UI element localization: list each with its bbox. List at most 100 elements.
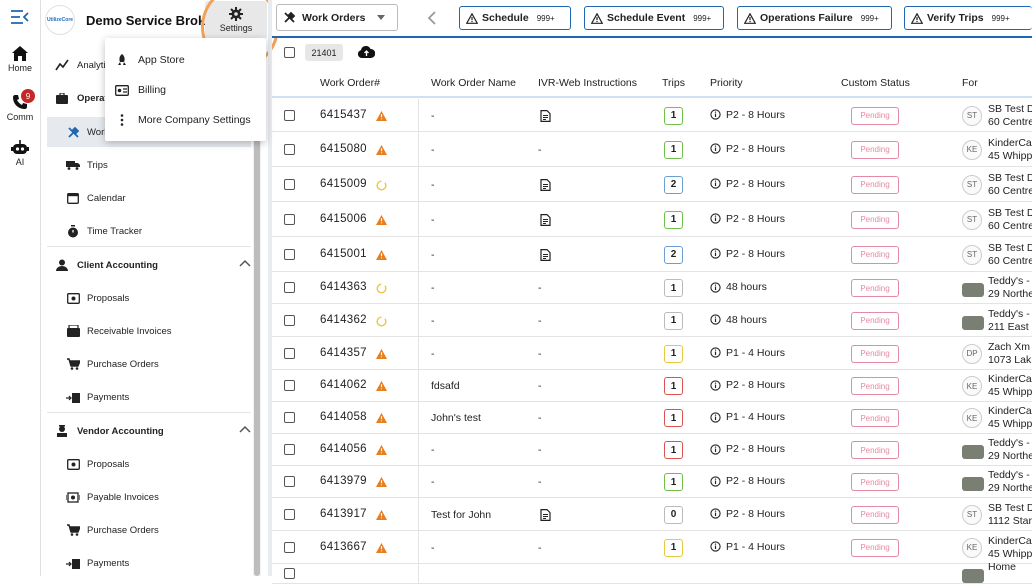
table-row[interactable]: 6414062 fdsafd - 1 P2 - 8 Hours Pending KE Kind… xyxy=(272,370,1032,402)
row-checkbox[interactable] xyxy=(284,213,295,225)
trips-count-badge[interactable]: 1 xyxy=(664,377,683,395)
col-header-for[interactable]: For xyxy=(962,77,978,89)
row-checkbox[interactable] xyxy=(284,109,295,121)
col-header-status[interactable]: Custom Status xyxy=(841,77,910,89)
sidebar-item-client-purchase-orders[interactable]: Purchase Orders xyxy=(47,349,251,379)
table-row[interactable]: 6413917 Test for John 0 P2 - 8 Hours Pending… xyxy=(272,498,1032,531)
row-checkbox[interactable] xyxy=(284,568,295,579)
row-checkbox[interactable] xyxy=(284,380,295,391)
sidebar-item-vendor-payments[interactable]: Payments xyxy=(47,548,251,578)
table-row[interactable]: 6414058 John's test - 1 P1 - 4 Hours Pending K… xyxy=(272,402,1032,434)
sidebar-item-payable-invoices[interactable]: Payable Invoices xyxy=(47,482,251,512)
sidebar-item-calendar[interactable]: Calendar xyxy=(47,183,251,213)
trips-count-badge[interactable]: 1 xyxy=(664,344,683,363)
chevron-up-icon[interactable] xyxy=(239,425,251,433)
trips-count-badge[interactable]: 1 xyxy=(664,140,683,159)
table-row[interactable]: 6415009 - 2 P2 - 8 Hours Pending ST SB Test D6… xyxy=(272,167,1032,202)
work-order-number[interactable]: 6415006 xyxy=(320,213,367,225)
rail-ai-button[interactable]: AI xyxy=(0,140,40,167)
work-order-number[interactable]: 6415080 xyxy=(320,143,367,155)
rail-comm-button[interactable]: 9 Comm xyxy=(0,89,40,122)
chevron-up-icon[interactable] xyxy=(239,259,251,267)
document-icon[interactable] xyxy=(540,248,551,261)
work-order-number[interactable]: 6414357 xyxy=(320,347,367,359)
work-order-number[interactable]: 6413979 xyxy=(320,475,367,487)
table-row[interactable]: 6413667 - - 1 P1 - 4 Hours Pending KE KinderCar… xyxy=(272,531,1032,564)
row-checkbox[interactable] xyxy=(284,412,295,423)
dropdown-item-app-store[interactable]: App Store xyxy=(105,45,266,75)
col-header-ivr[interactable]: IVR-Web Instructions xyxy=(538,77,637,89)
alert-operations-failure-button[interactable]: Operations Failure 999+ xyxy=(737,6,892,30)
work-order-number[interactable]: 6415437 xyxy=(320,109,367,121)
sidebar-item-time-tracker[interactable]: Time Tracker xyxy=(47,216,251,246)
menu-toggle-icon[interactable] xyxy=(11,10,29,24)
ivr-instructions-cell[interactable] xyxy=(540,178,551,191)
trips-count-badge[interactable]: 1 xyxy=(664,210,683,229)
col-header-priority[interactable]: Priority xyxy=(710,77,743,89)
settings-button[interactable]: Settings xyxy=(205,1,267,39)
row-checkbox[interactable] xyxy=(284,178,295,190)
table-row[interactable]: 6414357 - - 1 P1 - 4 Hours Pending DP Zach Xm 10… xyxy=(272,337,1032,370)
col-header-trips[interactable]: Trips xyxy=(662,77,685,89)
table-row[interactable]: 6413979 - - 1 P2 - 8 Hours Pending Teddy's -29… xyxy=(272,466,1032,498)
document-icon[interactable] xyxy=(540,508,551,521)
alert-schedule-button[interactable]: Schedule 999+ xyxy=(459,6,571,30)
work-order-number[interactable]: 6414362 xyxy=(320,314,367,326)
row-checkbox[interactable] xyxy=(284,444,295,455)
trips-count-badge[interactable]: 1 xyxy=(664,441,683,459)
table-row[interactable]: 6414056 - - 1 P2 - 8 Hours Pending Teddy's -29… xyxy=(272,434,1032,466)
trips-count-badge[interactable]: 1 xyxy=(664,106,683,125)
alert-schedule-event-button[interactable]: Schedule Event 999+ xyxy=(584,6,724,30)
module-select[interactable]: Work Orders xyxy=(276,4,398,31)
table-row[interactable]: 6415001 - 2 P2 - 8 Hours Pending ST SB Test D6… xyxy=(272,237,1032,272)
ivr-instructions-cell[interactable] xyxy=(540,248,551,261)
table-row[interactable]: 6414363 - - 1 48 hours Pending Teddy's -29 Nor… xyxy=(272,272,1032,304)
trips-count-badge[interactable]: 1 xyxy=(664,409,683,427)
table-row[interactable]: 6415437 - 1 P2 - 8 Hours Pending ST SB Test D6… xyxy=(272,99,1032,132)
table-row[interactable]: Home xyxy=(272,561,1032,584)
work-order-number[interactable]: 6415001 xyxy=(320,248,367,260)
trips-count-badge[interactable]: 0 xyxy=(664,505,683,524)
chevron-left-icon[interactable] xyxy=(427,11,436,25)
sidebar-item-client-proposals[interactable]: Proposals xyxy=(47,283,251,313)
table-row[interactable]: 6414362 - - 1 48 hours Pending Teddy's -211 Ea… xyxy=(272,304,1032,337)
trips-count-badge[interactable]: 1 xyxy=(664,473,683,491)
select-all-checkbox[interactable] xyxy=(284,47,295,58)
work-order-number[interactable]: 6413667 xyxy=(320,541,367,553)
alert-verify-trips-button[interactable]: Verify Trips 999+ xyxy=(904,6,1032,30)
row-checkbox[interactable] xyxy=(284,508,295,520)
ivr-instructions-cell[interactable] xyxy=(540,213,551,226)
sidebar-item-trips[interactable]: Trips xyxy=(47,150,251,180)
trips-count-badge[interactable]: 1 xyxy=(664,311,683,330)
cloud-upload-icon[interactable] xyxy=(358,46,375,58)
row-checkbox[interactable] xyxy=(284,314,295,326)
row-checkbox[interactable] xyxy=(284,347,295,359)
row-checkbox[interactable] xyxy=(284,143,295,155)
document-icon[interactable] xyxy=(540,178,551,191)
ivr-instructions-cell[interactable] xyxy=(540,508,551,521)
row-checkbox[interactable] xyxy=(284,541,295,553)
work-order-number[interactable]: 6414058 xyxy=(320,411,367,423)
sidebar-item-client-payments[interactable]: Payments xyxy=(47,382,251,412)
sidebar-item-vendor-proposals[interactable]: Proposals xyxy=(47,449,251,479)
sidebar-item-receivable-invoices[interactable]: Receivable Invoices xyxy=(47,316,251,346)
work-order-number[interactable]: 6414062 xyxy=(320,379,367,391)
work-order-number[interactable]: 6413917 xyxy=(320,508,367,520)
ivr-instructions-cell[interactable] xyxy=(540,109,551,122)
dropdown-item-more-settings[interactable]: More Company Settings xyxy=(105,105,266,135)
row-checkbox[interactable] xyxy=(284,282,295,293)
sidebar-item-vendor-purchase-orders[interactable]: Purchase Orders xyxy=(47,515,251,545)
work-order-number[interactable]: 6414056 xyxy=(320,443,367,455)
col-header-work-order[interactable]: Work Order# xyxy=(320,77,380,89)
col-header-name[interactable]: Work Order Name xyxy=(431,77,516,89)
dropdown-item-billing[interactable]: Billing xyxy=(105,75,266,105)
trips-count-badge[interactable]: 2 xyxy=(664,245,683,264)
table-row[interactable]: 6415006 - 1 P2 - 8 Hours Pending ST SB Test D6… xyxy=(272,202,1032,237)
trips-count-badge[interactable]: 1 xyxy=(664,538,683,557)
table-row[interactable]: 6415080 - - 1 P2 - 8 Hours Pending KE KinderCar… xyxy=(272,132,1032,167)
trips-count-badge[interactable]: 1 xyxy=(664,279,683,297)
row-checkbox[interactable] xyxy=(284,248,295,260)
rail-home-button[interactable]: Home xyxy=(0,46,40,73)
sidebar-group-client-accounting[interactable]: Client Accounting xyxy=(47,250,251,280)
document-icon[interactable] xyxy=(540,213,551,226)
